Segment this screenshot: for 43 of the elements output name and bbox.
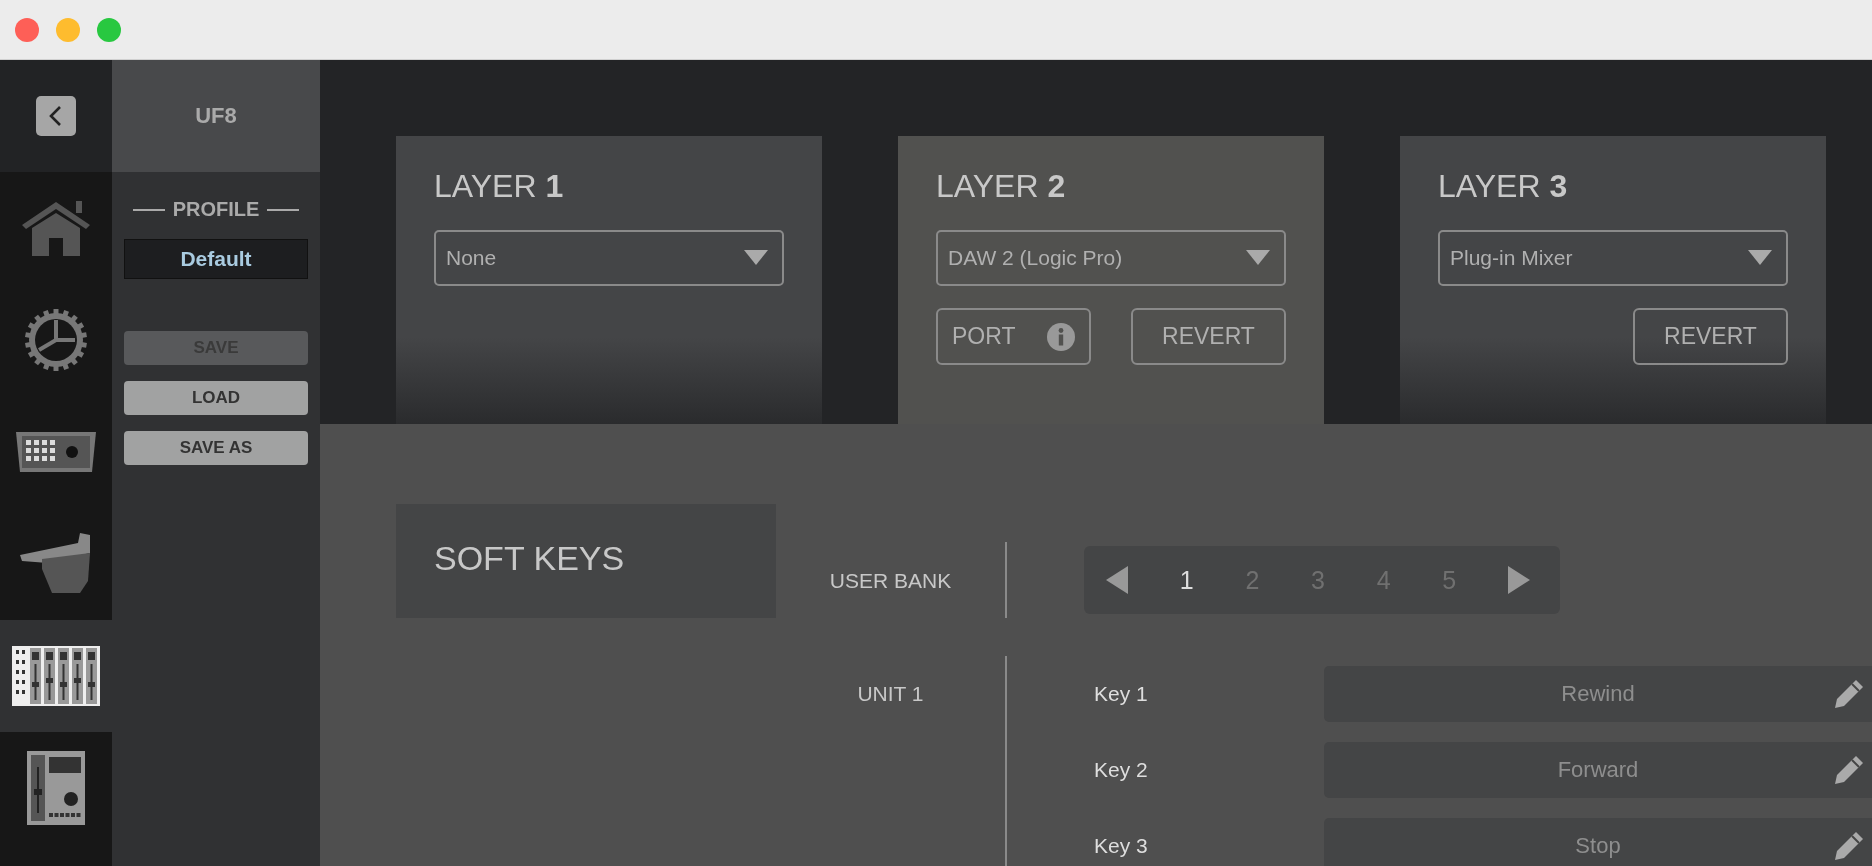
revert-button[interactable]: REVERT <box>1633 308 1788 365</box>
layer-title: LAYER 1 <box>434 167 564 206</box>
pencil-icon[interactable] <box>1834 679 1864 709</box>
info-icon <box>1047 322 1075 351</box>
layer-card[interactable]: LAYER 1 None <box>396 136 822 424</box>
port-button[interactable]: PORT <box>936 308 1091 365</box>
profile-button[interactable]: SAVE AS <box>124 431 308 465</box>
section-title: PROFILE <box>172 198 260 221</box>
key-assignment-field[interactable]: Forward <box>1324 742 1872 798</box>
layer-dropdown[interactable]: None <box>434 230 784 286</box>
layer-card[interactable]: LAYER 2 DAW 2 (Logic Pro) PORT REVERT <box>898 136 1324 424</box>
layer-dropdown[interactable]: Plug-in Mixer <box>1438 230 1788 286</box>
caret-icon <box>1246 250 1270 266</box>
key-label: Key 2 <box>1094 758 1149 782</box>
profile-button[interactable]: LOAD <box>124 381 308 415</box>
key-label: Key 3 <box>1094 834 1149 858</box>
user-bank-label: USER BANK <box>828 569 953 593</box>
layer-card[interactable]: LAYER 3 Plug-in Mixer REVERT <box>1400 136 1826 424</box>
gear-icon <box>25 309 87 371</box>
controller-icon <box>27 751 85 825</box>
key-label: Key 1 <box>1094 682 1149 706</box>
house-icon <box>20 198 92 258</box>
pencil-icon[interactable] <box>1834 831 1864 861</box>
next-arrow-icon[interactable] <box>1507 566 1530 594</box>
pencil-icon[interactable] <box>1834 755 1864 785</box>
bank-number[interactable]: 1 <box>1179 565 1194 595</box>
layer-title: LAYER 2 <box>936 167 1066 206</box>
profile-name-field[interactable]: Default <box>124 239 308 279</box>
console-icon <box>16 430 96 474</box>
device-name: UF8 <box>112 60 320 172</box>
layer-title: LAYER 3 <box>1438 167 1568 206</box>
caret-icon <box>1748 250 1772 266</box>
unit-label: UNIT 1 <box>856 681 925 707</box>
section-title: SOFT KEYS <box>434 538 625 578</box>
back-button[interactable] <box>36 96 76 136</box>
key-assignment-field[interactable]: Rewind <box>1324 666 1872 722</box>
key-assignment-field[interactable]: Stop <box>1324 818 1872 866</box>
revert-button[interactable]: REVERT <box>1131 308 1286 365</box>
previous-arrow-icon[interactable] <box>1106 566 1128 594</box>
mixer-nav-item[interactable] <box>0 620 112 732</box>
close-window-icon[interactable] <box>15 17 39 42</box>
caret-icon <box>744 250 768 266</box>
layer-dropdown[interactable]: DAW 2 (Logic Pro) <box>936 230 1286 286</box>
